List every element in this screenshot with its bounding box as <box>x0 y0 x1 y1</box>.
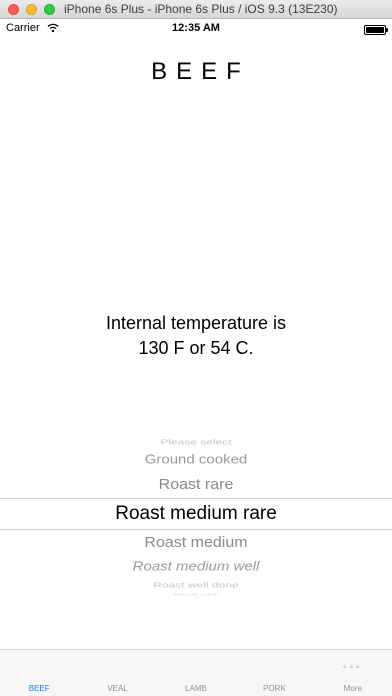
tab-label: LAMB <box>185 684 207 693</box>
result-line-1: Internal temperature is <box>105 313 287 333</box>
close-window-button[interactable] <box>8 4 19 15</box>
tab-lamb[interactable]: LAMB <box>157 650 235 696</box>
result-line-2: 130 F or 54 C. <box>138 338 254 358</box>
window-title: iPhone 6s Plus - iPhone 6s Plus / iOS 9.… <box>64 2 338 16</box>
tab-bar: BEEF VEAL LAMB PORK ◦◦◦ More <box>0 649 392 696</box>
tab-label: PORK <box>263 684 286 693</box>
doneness-picker[interactable]: Please select Ground cooked Roast rare R… <box>0 432 392 597</box>
more-dots-icon: ◦◦◦ <box>342 662 363 673</box>
zoom-window-button[interactable] <box>44 4 55 15</box>
tab-pork[interactable]: PORK <box>235 650 313 696</box>
tab-more[interactable]: ◦◦◦ More <box>314 650 392 696</box>
picker-option[interactable]: Roast medium <box>0 534 392 551</box>
status-time: 12:35 AM <box>172 22 220 34</box>
picker-selection-bottom-line <box>0 529 392 530</box>
status-bar: Carrier 12:35 AM <box>0 19 392 39</box>
battery-icon <box>364 25 388 35</box>
picker-option[interactable]: Roast well done <box>0 581 392 589</box>
tab-beef[interactable]: BEEF <box>0 650 78 696</box>
picker-selection-top-line <box>0 498 392 499</box>
simulator-titlebar: iPhone 6s Plus - iPhone 6s Plus / iOS 9.… <box>0 0 392 19</box>
temperature-result: Internal temperature is 130 F or 54 C. <box>0 311 392 361</box>
picker-option-selected[interactable]: Roast medium rare <box>0 503 392 525</box>
picker-option[interactable]: Ground cooked <box>0 452 392 466</box>
tab-label: VEAL <box>107 684 128 693</box>
picker-option[interactable]: Roast medium well <box>0 559 392 573</box>
tab-label: More <box>343 684 362 693</box>
tab-label: BEEF <box>28 684 50 693</box>
picker-option[interactable]: Please select <box>0 438 392 446</box>
picker-option[interactable]: Steak rare <box>0 593 392 597</box>
minimize-window-button[interactable] <box>26 4 37 15</box>
picker-option[interactable]: Roast rare <box>0 476 392 493</box>
tab-veal[interactable]: VEAL <box>78 650 156 696</box>
page-title: BEEF <box>151 58 250 85</box>
